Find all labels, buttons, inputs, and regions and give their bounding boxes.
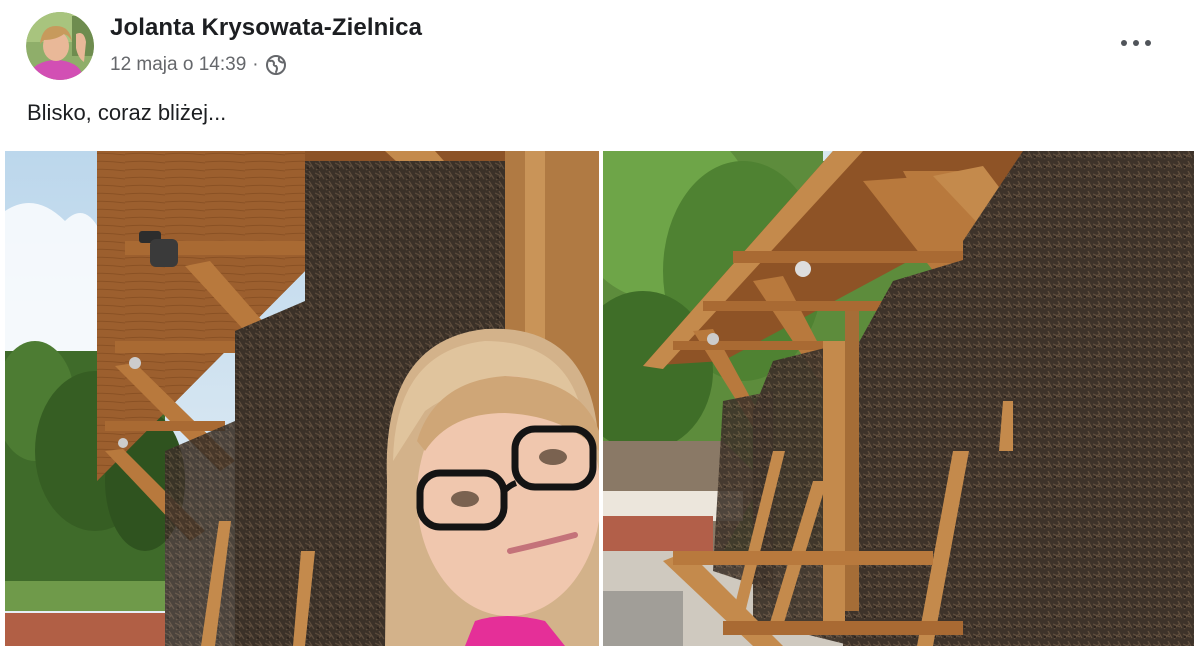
more-options-button[interactable] <box>1116 26 1156 60</box>
meta-separator: · <box>252 54 259 75</box>
post-header: Jolanta Krysowata-Zielnica 12 maja o 14:… <box>0 0 1200 92</box>
author-name[interactable]: Jolanta Krysowata-Zielnica <box>110 14 422 42</box>
post-meta: 12 maja o 14:39 · <box>110 52 287 78</box>
globe-icon <box>265 54 287 76</box>
post-photo-2[interactable] <box>603 151 1194 646</box>
post-photo-1[interactable] <box>5 151 599 646</box>
facebook-post: Jolanta Krysowata-Zielnica 12 maja o 14:… <box>0 0 1200 646</box>
post-text: Blisko, coraz bliżej... <box>27 100 227 125</box>
post-timestamp[interactable]: 12 maja o 14:39 <box>110 54 246 76</box>
author-avatar[interactable] <box>26 12 94 80</box>
ellipsis-icon <box>1121 40 1151 46</box>
